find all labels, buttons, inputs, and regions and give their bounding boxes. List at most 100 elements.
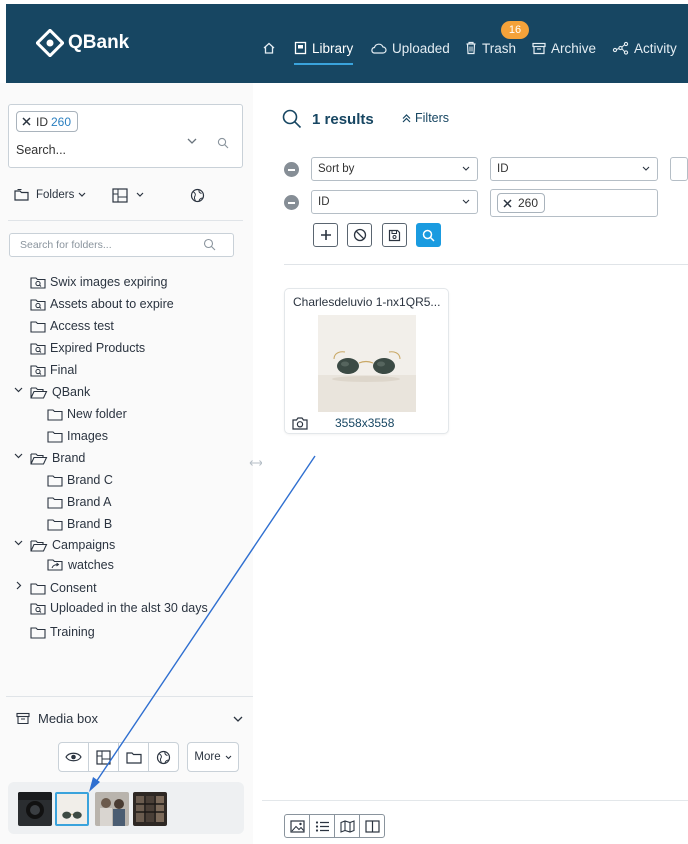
remove-filter-button[interactable] bbox=[284, 162, 299, 177]
chevron-down-icon[interactable] bbox=[187, 138, 197, 145]
asset-thumbnail[interactable] bbox=[318, 315, 416, 412]
filter-field-select[interactable]: ID bbox=[311, 190, 478, 214]
globe-icon bbox=[191, 188, 205, 202]
folder-label: watches bbox=[68, 558, 114, 572]
divider bbox=[284, 264, 688, 265]
chevron-down-icon[interactable] bbox=[14, 538, 23, 547]
folder-tree-item[interactable]: New folder bbox=[47, 404, 127, 424]
split-view-button[interactable] bbox=[359, 814, 385, 838]
chevron-right-icon[interactable] bbox=[14, 581, 23, 590]
folder-tree-item[interactable]: Access test bbox=[30, 316, 114, 336]
clear-filters-button[interactable] bbox=[347, 223, 372, 247]
search-icon bbox=[422, 229, 435, 242]
folder-tree-item[interactable]: Swix images expiring bbox=[30, 272, 167, 292]
nav-uploaded-label: Uploaded bbox=[392, 40, 450, 56]
folder-tree-item[interactable]: Brand C bbox=[47, 470, 113, 490]
sort-direction-select[interactable] bbox=[670, 157, 688, 181]
view-toolbar bbox=[262, 800, 688, 844]
media-box-toolbar bbox=[58, 742, 179, 772]
nav-activity[interactable]: Activity bbox=[612, 37, 677, 59]
media-box-header[interactable]: Media box bbox=[16, 711, 98, 726]
list-view-button[interactable] bbox=[309, 814, 335, 838]
thumbnail-view-button[interactable] bbox=[284, 814, 310, 838]
folders-dropdown[interactable]: Folders bbox=[14, 188, 86, 202]
globe-button[interactable] bbox=[190, 188, 205, 203]
folder-tree-item[interactable]: QBank bbox=[14, 382, 90, 402]
folder-search-input[interactable] bbox=[20, 239, 190, 251]
plus-icon bbox=[320, 230, 331, 240]
folder-tree-item[interactable]: Training bbox=[30, 622, 95, 642]
filter-value-field[interactable]: 260 bbox=[490, 189, 658, 217]
view-mode-dropdown[interactable] bbox=[112, 187, 144, 203]
map-view-button[interactable] bbox=[334, 814, 360, 838]
folder-search-box[interactable] bbox=[9, 233, 234, 257]
search-chip-value: 260 bbox=[51, 114, 72, 129]
folder-tree-item[interactable]: Uploaded in the alst 30 days bbox=[30, 598, 208, 618]
nav-trash[interactable]: Trash bbox=[465, 37, 516, 59]
add-filter-button[interactable] bbox=[313, 223, 338, 247]
filter-value-chip[interactable]: 260 bbox=[497, 193, 546, 213]
folders-label: Folders bbox=[36, 189, 75, 201]
globe-button[interactable] bbox=[148, 742, 179, 772]
nav-uploaded[interactable]: Uploaded bbox=[370, 37, 450, 59]
folder-label: Brand C bbox=[67, 473, 113, 487]
people-photo bbox=[95, 792, 129, 826]
save-search-button[interactable] bbox=[382, 223, 407, 247]
smart-folder-icon bbox=[30, 602, 50, 615]
folder-tree-item[interactable]: Expired Products bbox=[30, 338, 145, 358]
resize-handle-icon[interactable] bbox=[249, 459, 263, 467]
folder-tree-item[interactable]: Final bbox=[30, 360, 77, 380]
home-icon bbox=[263, 42, 275, 54]
chevron-down-icon[interactable] bbox=[14, 385, 23, 394]
folder-tree-item[interactable]: Assets about to expire bbox=[30, 294, 174, 314]
nav-home[interactable] bbox=[262, 37, 281, 59]
search-filter-chip[interactable]: ID 260 bbox=[16, 111, 79, 132]
filters-toggle[interactable]: Filters bbox=[402, 111, 449, 125]
folder-tree-item[interactable]: Brand A bbox=[47, 492, 111, 512]
folder-label: Consent bbox=[50, 581, 97, 595]
folder-tree-item[interactable]: watches bbox=[47, 555, 114, 575]
search-box[interactable]: ID 260 bbox=[8, 104, 243, 168]
folder-tree-item[interactable]: Campaigns bbox=[14, 535, 116, 555]
asset-card[interactable]: Charlesdeluvio 1-nx1QR5... 3558x3558 bbox=[284, 288, 449, 434]
nav-trash-label: Trash bbox=[482, 40, 517, 56]
remove-filter-button[interactable] bbox=[284, 195, 299, 210]
layout-button[interactable] bbox=[88, 742, 119, 772]
chevron-down-icon bbox=[642, 166, 650, 171]
nav-library-label: Library bbox=[312, 40, 354, 56]
folder-button[interactable] bbox=[118, 742, 149, 772]
nav-library[interactable]: Library bbox=[294, 37, 354, 65]
folder-tree-item[interactable]: Brand bbox=[14, 448, 85, 468]
media-thumbnail[interactable] bbox=[133, 792, 167, 826]
run-search-button[interactable] bbox=[416, 223, 441, 247]
results-header: 1 results bbox=[282, 109, 374, 129]
folder-tree-item[interactable]: Consent bbox=[16, 578, 97, 598]
more-button[interactable]: More bbox=[187, 742, 239, 772]
filter-field-value: ID bbox=[318, 196, 330, 208]
search-input[interactable] bbox=[16, 143, 166, 157]
search-icon[interactable] bbox=[217, 137, 229, 149]
asset-title: Charlesdeluvio 1-nx1QR5... bbox=[293, 295, 441, 309]
chevron-down-icon[interactable] bbox=[233, 716, 243, 723]
media-thumbnail-selected[interactable] bbox=[55, 792, 89, 826]
ban-icon bbox=[353, 228, 366, 242]
media-thumbnail[interactable] bbox=[18, 792, 52, 826]
store-photo bbox=[133, 792, 167, 826]
folder-open-icon bbox=[30, 452, 52, 465]
qbank-logo[interactable]: QBank bbox=[36, 29, 129, 57]
media-thumbnail[interactable] bbox=[95, 792, 129, 826]
nav-archive[interactable]: Archive bbox=[532, 37, 596, 59]
chevron-down-icon[interactable] bbox=[14, 451, 23, 460]
remove-chip-icon[interactable] bbox=[502, 198, 513, 209]
remove-chip-icon[interactable] bbox=[21, 116, 32, 127]
sort-value-select[interactable]: ID bbox=[490, 157, 658, 181]
search-chip-label: ID bbox=[36, 114, 48, 129]
search-icon[interactable] bbox=[203, 238, 216, 251]
folder-tree-item[interactable]: Brand B bbox=[47, 514, 112, 534]
cloud-icon bbox=[371, 43, 387, 54]
folder-label: Campaigns bbox=[52, 538, 116, 552]
top-navigation-bar: QBank Library Uploaded Trash Archive Act… bbox=[6, 4, 688, 83]
preview-button[interactable] bbox=[58, 742, 89, 772]
folder-tree-item[interactable]: Images bbox=[47, 426, 108, 446]
sort-field-select[interactable]: Sort by bbox=[311, 157, 478, 181]
